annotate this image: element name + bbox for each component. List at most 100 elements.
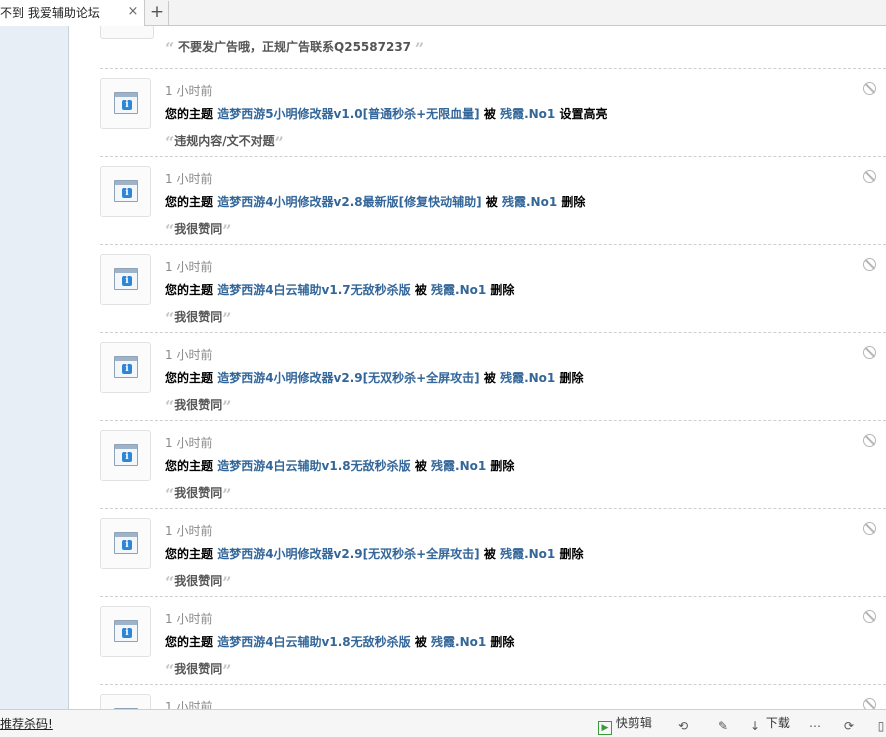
quote: “我很赞同” bbox=[165, 484, 231, 504]
headline-action: 设置高亮 bbox=[559, 107, 608, 121]
close-quote-icon: ” bbox=[274, 133, 284, 152]
block-icon[interactable] bbox=[863, 610, 876, 623]
feed-item: i 1 小时前 bbox=[100, 684, 886, 709]
headline-prefix: 您的主题 bbox=[165, 283, 214, 297]
avatar[interactable]: i bbox=[100, 342, 151, 393]
user-link[interactable]: 残霞.No1 bbox=[431, 635, 486, 649]
feed-item: i 1 小时前 您的主题 造梦西游4白云辅助v1.8无敌秒杀版 被 残霞.No1 删… bbox=[100, 420, 886, 508]
user-link[interactable]: 残霞.No1 bbox=[431, 283, 486, 297]
avatar[interactable]: i bbox=[100, 518, 151, 569]
avatar[interactable]: i bbox=[100, 430, 151, 481]
download-label: 下载 bbox=[765, 716, 790, 730]
notice-headline: 您的主题 造梦西游4白云辅助v1.7无敌秒杀版 被 残霞.No1 删除 bbox=[165, 281, 514, 298]
topic-link[interactable]: 造梦西游4白云辅助v1.8无敌秒杀版 bbox=[217, 635, 410, 649]
refresh-icon: ⟲ bbox=[677, 719, 689, 733]
notice-headline: 您的主题 造梦西游4白云辅助v1.8无敌秒杀版 被 残霞.No1 删除 bbox=[165, 633, 514, 650]
quote: “我很赞同” bbox=[165, 572, 231, 592]
notice-icon: i bbox=[114, 620, 138, 642]
browser-tab[interactable]: 不到 我爱辅助论坛 × bbox=[0, 0, 145, 26]
headline-action: 删除 bbox=[490, 283, 515, 297]
user-link[interactable]: 残霞.No1 bbox=[500, 371, 555, 385]
quote: “ 不要发广告哦，正规广告联系Q25587237 ” bbox=[165, 38, 424, 58]
timestamp: 1 小时前 bbox=[165, 436, 213, 450]
avatar[interactable]: i bbox=[100, 254, 151, 305]
window-button[interactable]: ▯ bbox=[874, 713, 886, 733]
tab-close-icon[interactable]: × bbox=[126, 4, 140, 20]
headline-by: 被 bbox=[483, 107, 496, 121]
notice-icon: i bbox=[114, 92, 138, 114]
block-icon[interactable] bbox=[863, 170, 876, 183]
headline-action: 删除 bbox=[559, 547, 584, 561]
user-link[interactable]: 残霞.No1 bbox=[500, 107, 555, 121]
close-quote-icon: ” bbox=[414, 39, 425, 58]
new-tab-button[interactable]: + bbox=[146, 1, 169, 25]
notice-icon: i bbox=[114, 356, 138, 378]
headline-by: 被 bbox=[414, 459, 427, 473]
item-divider bbox=[100, 332, 886, 333]
avatar[interactable]: i bbox=[100, 606, 151, 657]
avatar[interactable]: i bbox=[100, 78, 151, 129]
feed-item: i 1 小时前 您的主题 造梦西游4小明修改器v2.9[无双秒杀+全屏攻击] 被 残… bbox=[100, 508, 886, 596]
quote: “我很赞同” bbox=[165, 660, 231, 680]
notice-icon: i bbox=[114, 444, 138, 466]
notice-headline: 您的主题 造梦西游4小明修改器v2.9[无双秒杀+全屏攻击] 被 残霞.No1 … bbox=[165, 369, 583, 386]
block-icon[interactable] bbox=[863, 522, 876, 535]
open-quote-icon: “ bbox=[165, 397, 175, 416]
download-button[interactable]: ↓ 下载 bbox=[748, 713, 790, 733]
open-quote-icon: “ bbox=[165, 39, 175, 58]
status-bar: 推荐杀码! ▶ 快剪辑 ⟲ ✎ ↓ 下载 ⋯ ⟳ ▯ bbox=[0, 709, 886, 737]
block-icon[interactable] bbox=[863, 258, 876, 271]
topic-link[interactable]: 造梦西游5小明修改器v1.0[普通秒杀+无限血量] bbox=[217, 107, 479, 121]
topic-link[interactable]: 造梦西游4小明修改器v2.9[无双秒杀+全屏攻击] bbox=[217, 371, 479, 385]
block-icon[interactable] bbox=[863, 82, 876, 95]
more-button[interactable]: ⋯ bbox=[808, 713, 822, 733]
refresh-button[interactable]: ⟲ bbox=[676, 713, 690, 733]
feed-item: i 1 小时前您的主题 造梦西游4白云辅助v1.8无敌秒杀版 被 残霞.No1 删… bbox=[100, 596, 886, 684]
quote-text: 我很赞同 bbox=[174, 486, 223, 500]
headline-prefix: 您的主题 bbox=[165, 547, 214, 561]
quote-text: 我很赞同 bbox=[174, 398, 223, 412]
quote-text: 我很赞同 bbox=[174, 662, 223, 676]
topic-link[interactable]: 造梦西游4小明修改器v2.9[无双秒杀+全屏攻击] bbox=[217, 547, 479, 561]
avatar[interactable] bbox=[100, 26, 154, 39]
item-divider bbox=[100, 244, 886, 245]
open-quote-icon: “ bbox=[165, 221, 175, 240]
timestamp: 1 小时前 bbox=[165, 612, 213, 626]
quote: “我很赞同” bbox=[165, 308, 231, 328]
quote: “我很赞同” bbox=[165, 220, 231, 240]
close-quote-icon: ” bbox=[222, 221, 232, 240]
headline-action: 删除 bbox=[490, 635, 515, 649]
pin-button[interactable]: ✎ bbox=[716, 713, 730, 733]
sync-button[interactable]: ⟳ bbox=[842, 713, 856, 733]
topic-link[interactable]: 造梦西游4白云辅助v1.8无敌秒杀版 bbox=[217, 459, 410, 473]
notice-icon: i bbox=[114, 268, 138, 290]
avatar[interactable]: i bbox=[100, 694, 151, 709]
timestamp: 1 小时前 bbox=[165, 84, 213, 98]
topic-link[interactable]: 造梦西游4白云辅助v1.7无敌秒杀版 bbox=[217, 283, 410, 297]
status-link[interactable]: 推荐杀码! bbox=[0, 715, 53, 732]
topic-link[interactable]: 造梦西游4小明修改器v2.8最新版[修复快动辅助] bbox=[217, 195, 481, 209]
headline-prefix: 您的主题 bbox=[165, 635, 214, 649]
headline-action: 删除 bbox=[561, 195, 586, 209]
avatar[interactable]: i bbox=[100, 166, 151, 217]
block-icon[interactable] bbox=[863, 698, 876, 709]
close-quote-icon: ” bbox=[222, 397, 232, 416]
quote: “我很赞同” bbox=[165, 396, 231, 416]
block-icon[interactable] bbox=[863, 346, 876, 359]
user-link[interactable]: 残霞.No1 bbox=[431, 459, 486, 473]
quote-text: 我很赞同 bbox=[174, 574, 223, 588]
user-link[interactable]: 残霞.No1 bbox=[502, 195, 557, 209]
block-icon[interactable] bbox=[863, 434, 876, 447]
open-quote-icon: “ bbox=[165, 133, 175, 152]
item-divider bbox=[100, 596, 886, 597]
timestamp: 1 小时前 bbox=[165, 260, 213, 274]
open-quote-icon: “ bbox=[165, 661, 175, 680]
feed-item: i 1 小时前您的主题 造梦西游4白云辅助v1.7无敌秒杀版 被 残霞.No1 删… bbox=[100, 244, 886, 332]
user-link[interactable]: 残霞.No1 bbox=[500, 547, 555, 561]
headline-prefix: 您的主题 bbox=[165, 107, 214, 121]
quick-clip-button[interactable]: ▶ 快剪辑 bbox=[598, 713, 652, 735]
headline-action: 删除 bbox=[559, 371, 584, 385]
notification-feed: “ 不要发广告哦，正规广告联系Q25587237 ” i1 小时前 您的主题 造梦… bbox=[69, 26, 886, 709]
timestamp: 1 小时前 bbox=[165, 172, 213, 186]
headline-by: 被 bbox=[485, 195, 498, 209]
